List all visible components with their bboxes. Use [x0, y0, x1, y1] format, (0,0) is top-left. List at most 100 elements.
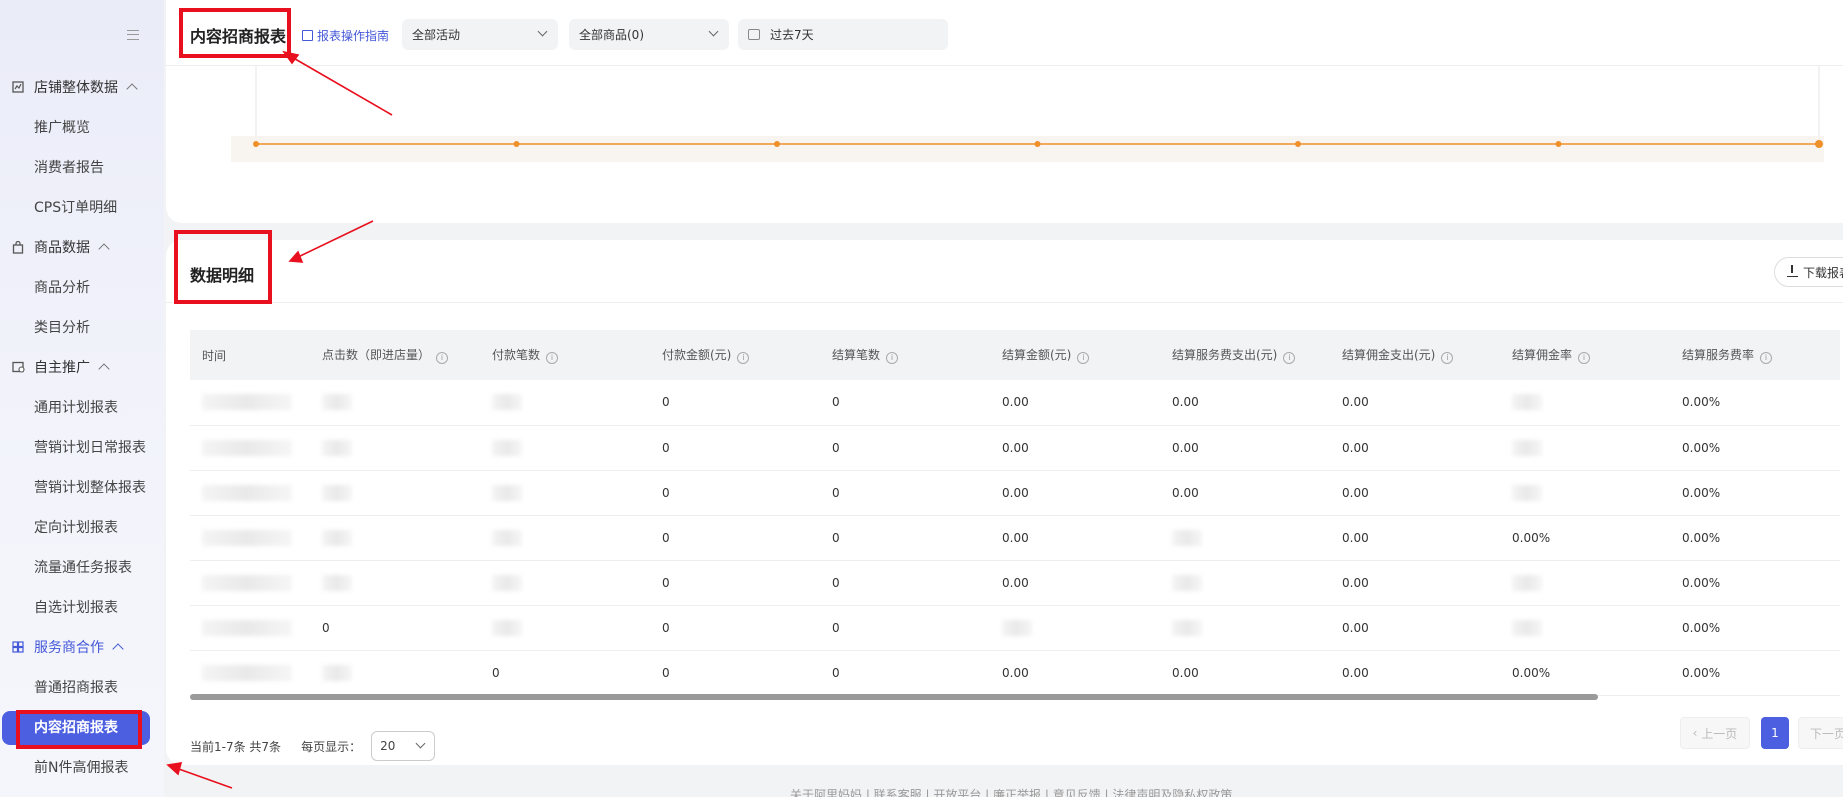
table-cell: 0.00 [990, 380, 1160, 426]
redacted-value [202, 439, 292, 456]
redacted-value [1512, 574, 1542, 591]
table-cell [1160, 515, 1330, 561]
sidebar-group-partner-coop[interactable]: 服务商合作 [0, 635, 164, 659]
table-cell: 0.00 [990, 515, 1160, 561]
prev-page-button[interactable]: ‹ 上一页 [1680, 717, 1750, 749]
table-row: 0 0 0 0.00 0.00% [190, 605, 1840, 651]
partner-icon [11, 640, 25, 654]
redacted-value [492, 394, 522, 411]
table-cell: 0.00% [1670, 515, 1840, 561]
redacted-value [1172, 619, 1202, 636]
table-cell: 0.00 [1330, 515, 1500, 561]
redacted-value [1512, 484, 1542, 501]
table-cell: 0 [650, 650, 820, 696]
product-select[interactable]: 全部商品(0) [569, 19, 729, 50]
promotion-icon [11, 360, 25, 374]
column-header[interactable]: 结算服务费支出(元) i [1160, 330, 1330, 380]
column-header[interactable]: 结算金额(元) i [990, 330, 1160, 380]
column-header[interactable]: 结算佣金支出(元) i [1330, 330, 1500, 380]
sidebar-item-custom-plan[interactable]: 自选计划报表 [34, 597, 118, 619]
sidebar-item-targeted-plan[interactable]: 定向计划报表 [34, 517, 118, 539]
table-cell: 0.00% [1670, 560, 1840, 606]
sidebar-item-cps-orders[interactable]: CPS订单明细 [34, 197, 117, 219]
info-icon[interactable]: i [546, 352, 559, 364]
table-cell [310, 560, 480, 606]
chevron-left-icon: ‹ [1692, 726, 1702, 740]
guide-link[interactable]: 报表操作指南 [302, 27, 389, 44]
redacted-value [202, 619, 292, 636]
sidebar-item-general-plan[interactable]: 通用计划报表 [34, 397, 118, 419]
info-icon[interactable]: i [1283, 352, 1296, 364]
column-header[interactable]: 时间 [190, 330, 310, 380]
table-cell [990, 605, 1160, 651]
sidebar-item-marketing-daily[interactable]: 营销计划日常报表 [34, 437, 146, 459]
data-point [253, 141, 259, 147]
activity-select-value: 全部活动 [412, 28, 461, 42]
table-cell: 0.00 [990, 560, 1160, 606]
sidebar-item-overview[interactable]: 推广概览 [34, 117, 90, 139]
info-icon[interactable]: i [886, 352, 899, 364]
table-cell: 0.00 [1160, 380, 1330, 426]
sidebar-group-label: 店铺整体数据 [34, 80, 118, 96]
table-cell: 0 [650, 560, 820, 606]
column-header[interactable]: 结算服务费率 i [1670, 330, 1840, 380]
column-header[interactable]: 付款金额(元) i [650, 330, 820, 380]
sidebar-group-label: 自主推广 [34, 360, 90, 376]
info-icon[interactable]: i [1441, 352, 1454, 364]
toolbar: 内容招商报表 报表操作指南 全部活动 全部商品(0) 过去7天 [166, 0, 1843, 66]
redacted-value [492, 619, 522, 636]
column-header[interactable]: 点击数（即进店量） i [310, 330, 480, 380]
menu-collapse-icon[interactable] [127, 30, 139, 40]
download-report-button[interactable]: 下载报表 [1774, 257, 1843, 287]
redacted-value [322, 664, 352, 681]
info-icon[interactable]: i [1578, 352, 1591, 364]
table-cell [1500, 605, 1670, 651]
product-select-value: 全部商品(0) [579, 28, 644, 42]
sidebar-item-consumer-report[interactable]: 消费者报告 [34, 157, 104, 179]
table-cell [310, 470, 480, 516]
sidebar-item-category-analysis[interactable]: 类目分析 [34, 317, 90, 339]
sidebar-item-product-analysis[interactable]: 商品分析 [34, 277, 90, 299]
per-page-select[interactable]: 20 [371, 731, 436, 761]
table-row: 0 0 0.00 0.00 0.00 0.00% [190, 380, 1840, 426]
info-icon[interactable]: i [1077, 352, 1090, 364]
activity-select[interactable]: 全部活动 [402, 19, 558, 50]
section-title: 数据明细 [190, 266, 255, 285]
page-number-button[interactable]: 1 [1761, 717, 1789, 749]
sidebar-item-content-recruit[interactable]: 内容招商报表 [2, 711, 150, 745]
horizontal-scrollbar[interactable] [190, 694, 1598, 700]
table-cell: 0.00 [1330, 425, 1500, 471]
chevron-up-icon [112, 643, 124, 655]
table-cell: 0.00 [1330, 605, 1500, 651]
info-icon[interactable]: i [737, 352, 750, 364]
redacted-labels [231, 136, 1824, 162]
per-page-label: 每页显示： [301, 739, 362, 754]
column-header[interactable]: 结算笔数 i [820, 330, 990, 380]
download-label: 下载报表 [1803, 265, 1843, 280]
data-point [774, 141, 780, 147]
footer-links[interactable]: 关于阿里妈妈 | 联系客服 | 开放平台 | 廉正举报 | 意见反馈 | 法律声… [790, 786, 1232, 797]
date-range-picker[interactable]: 过去7天 [738, 19, 948, 50]
table-cell: 0.00 [990, 425, 1160, 471]
table-cell [190, 515, 310, 561]
sidebar-group-store-data[interactable]: 店铺整体数据 [0, 75, 164, 99]
redacted-value [1002, 619, 1032, 636]
sidebar-item-general-recruit[interactable]: 普通招商报表 [34, 677, 118, 699]
column-header[interactable]: 结算佣金率 i [1500, 330, 1670, 380]
sidebar-item-top-n-commission[interactable]: 前N件高佣报表 [34, 757, 128, 779]
data-point [1034, 141, 1041, 147]
table-cell: 0.00 [1330, 380, 1500, 426]
guide-link-label: 报表操作指南 [317, 29, 390, 43]
table-cell: 0 [480, 650, 650, 696]
next-page-button[interactable]: 下一页 [1798, 717, 1843, 749]
sidebar-item-marketing-overall[interactable]: 营销计划整体报表 [34, 477, 146, 499]
sidebar-group-self-promotion[interactable]: 自主推广 [0, 355, 164, 379]
column-header[interactable]: 付款笔数 i [480, 330, 650, 380]
info-icon[interactable]: i [436, 352, 449, 364]
info-icon[interactable]: i [1760, 352, 1773, 364]
sidebar-group-label: 商品数据 [34, 240, 90, 256]
date-range-value: 过去7天 [770, 28, 814, 42]
sidebar-group-product-data[interactable]: 商品数据 [0, 235, 164, 259]
table-row: 0 0 0.00 0.00 0.00% 0.00% [190, 515, 1840, 561]
sidebar-item-traffic-task[interactable]: 流量通任务报表 [34, 557, 132, 579]
